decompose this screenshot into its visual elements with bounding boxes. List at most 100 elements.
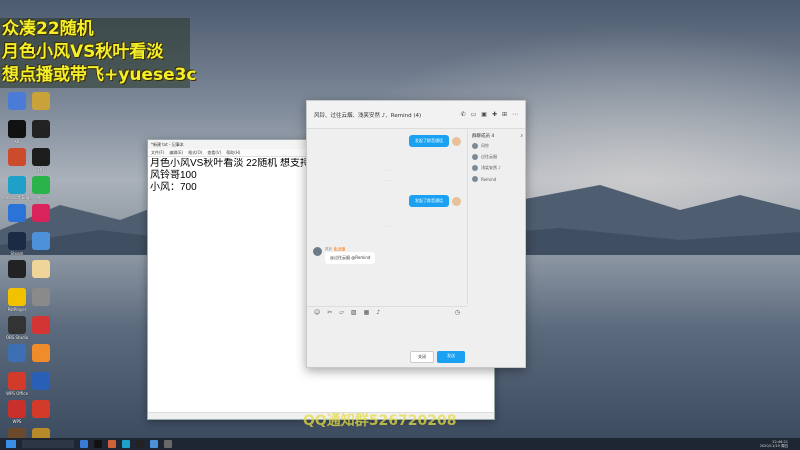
owner-badge: 群主 (334, 247, 345, 251)
member-header: 群聊成员 4 (472, 134, 495, 139)
system-notice: · · · (384, 169, 390, 173)
app-icon (32, 316, 50, 334)
app-icon[interactable] (108, 440, 116, 448)
avatar (472, 143, 478, 149)
member-item[interactable]: 浅笑安然 ♪ (472, 165, 523, 171)
phone-icon[interactable]: ✆ (461, 111, 466, 118)
app-icon (32, 372, 50, 390)
taskbar: 22:46:21 2020/11/19 周四 (0, 438, 800, 450)
app-icon (8, 260, 26, 278)
promo-overlay: 众凑22随机 月色小风VS秋叶看淡 想点播或带飞+yuese3c (0, 18, 197, 88)
scissors-icon[interactable]: ✂ (327, 309, 332, 316)
app-icon (8, 232, 26, 250)
avatar (472, 154, 478, 160)
desktop-icon[interactable] (26, 344, 56, 363)
message-input[interactable] (307, 318, 527, 353)
system-notice: · · · (384, 179, 390, 183)
avatar (472, 176, 478, 182)
apps-icon[interactable]: ⊞ (502, 111, 507, 118)
desktop-icon[interactable] (26, 92, 56, 111)
app-icon (32, 232, 50, 250)
desktop-icon[interactable]: 微信 (26, 176, 56, 200)
emoji-icon[interactable]: ☺ (314, 309, 320, 316)
desktop-icon-label: QQ (37, 167, 45, 172)
desktop-icon[interactable] (26, 204, 56, 223)
desktop-icon[interactable] (26, 316, 56, 335)
avatar[interactable] (452, 136, 461, 146)
desktop-icon-label: WPS (12, 419, 22, 424)
message-bubble[interactable]: @过往云烟 @Remind (325, 252, 376, 264)
menu-edit[interactable]: 编辑(E) (169, 150, 183, 155)
desktop-icon[interactable]: QQ (26, 148, 56, 172)
clock-date: 2020/11/19 周四 (759, 444, 788, 448)
qq-icon[interactable] (136, 440, 144, 448)
avatar (472, 165, 478, 171)
avatar[interactable] (313, 247, 322, 256)
folder-icon[interactable]: ▱ (339, 309, 344, 316)
kk-app-icon[interactable] (94, 440, 102, 448)
app-icon (8, 92, 26, 110)
message-incoming: 风铃 群主 @过往云烟 @Remind (313, 247, 461, 264)
menu-format[interactable]: 格式(O) (188, 150, 202, 155)
taskbar-search[interactable] (22, 440, 74, 448)
app-icon (32, 260, 50, 278)
chat-title: 风铃、过往云烟、浅笑安然 ♪、Remind (4) (314, 112, 422, 119)
desktop-icon-label: PotPlayer (7, 307, 27, 312)
watermark-text: QQ通知群526720208 (303, 413, 457, 429)
desktop-icon[interactable] (26, 120, 56, 139)
member-panel: 群聊成员 4 ⌕ 风铃 过往云烟 浅笑安然 ♪ Remind (467, 129, 527, 304)
history-icon[interactable]: ◷ (455, 309, 460, 316)
system-clock[interactable]: 22:46:21 2020/11/19 周四 (760, 440, 788, 448)
app-icon (8, 372, 26, 390)
image-icon[interactable]: ▨ (351, 309, 357, 316)
menu-help[interactable]: 帮助(H) (226, 150, 240, 155)
send-button[interactable]: 发送 (437, 351, 465, 363)
desktop-icon[interactable] (26, 400, 56, 419)
app-icon[interactable] (164, 440, 172, 448)
invite-icon[interactable]: ✚ (492, 111, 497, 118)
input-toolbar: ☺ ✂ ▱ ▨ ▦ ♪ ◷ (307, 306, 467, 318)
desktop-icon-label: OBS Studio (5, 335, 29, 340)
search-icon[interactable]: ⌕ (520, 133, 523, 139)
app-icon (8, 400, 26, 418)
menu-file[interactable]: 文件(F) (151, 150, 164, 155)
desktop-icon-label: WPS Office (6, 391, 28, 396)
promo-line-1: 众凑22随机 (2, 19, 94, 39)
app-icon (32, 92, 50, 110)
app-icon (32, 204, 50, 222)
app-icon (32, 176, 50, 194)
notepad-line: 月色小风VS秋叶看淡 22随机 想支持大哥 (150, 158, 310, 169)
menu-view[interactable]: 查看(V) (207, 150, 221, 155)
desktop-icon-label: 微信 (37, 195, 45, 200)
mic-icon[interactable]: ♪ (376, 309, 380, 316)
member-item[interactable]: 过往云烟 (472, 154, 523, 160)
desktop-icon[interactable] (26, 288, 56, 307)
app-icon (32, 148, 50, 166)
message-list[interactable]: 发起了群音通话 · · · · · · 发起了群音通话 · · · 风铃 群主 @… (307, 129, 467, 304)
avatar[interactable] (452, 196, 461, 206)
member-item[interactable]: 风铃 (472, 143, 523, 149)
qq-chat-window[interactable]: 风铃、过往云烟、浅笑安然 ♪、Remind (4) ✆ ▭ ▣ ✚ ⊞ ⋯ 发起… (306, 100, 526, 368)
app-icon[interactable] (150, 440, 158, 448)
screen-share-icon[interactable]: ▣ (481, 111, 487, 118)
close-button[interactable]: 关闭 (410, 351, 434, 363)
app-icon (8, 316, 26, 334)
video-icon[interactable]: ▭ (471, 111, 477, 118)
box-icon[interactable]: ▦ (364, 309, 370, 316)
more-icon[interactable]: ⋯ (512, 111, 518, 118)
desktop-icon[interactable] (26, 260, 56, 279)
member-item[interactable]: Remind (472, 176, 523, 182)
app-icon (8, 288, 26, 306)
app-icon (32, 288, 50, 306)
desktop-icon[interactable] (26, 372, 56, 391)
message-call: 发起了群音通话 (313, 195, 461, 207)
system-notice: · · · (384, 225, 390, 229)
task-view-icon[interactable] (80, 440, 88, 448)
edge-icon[interactable] (122, 440, 130, 448)
desktop-icon[interactable] (26, 232, 56, 251)
app-icon (32, 120, 50, 138)
windows-start-icon[interactable] (6, 440, 16, 448)
call-bubble[interactable]: 发起了群音通话 (409, 135, 449, 147)
message-call: 发起了群音通话 (313, 135, 461, 147)
call-bubble[interactable]: 发起了群音通话 (409, 195, 449, 207)
